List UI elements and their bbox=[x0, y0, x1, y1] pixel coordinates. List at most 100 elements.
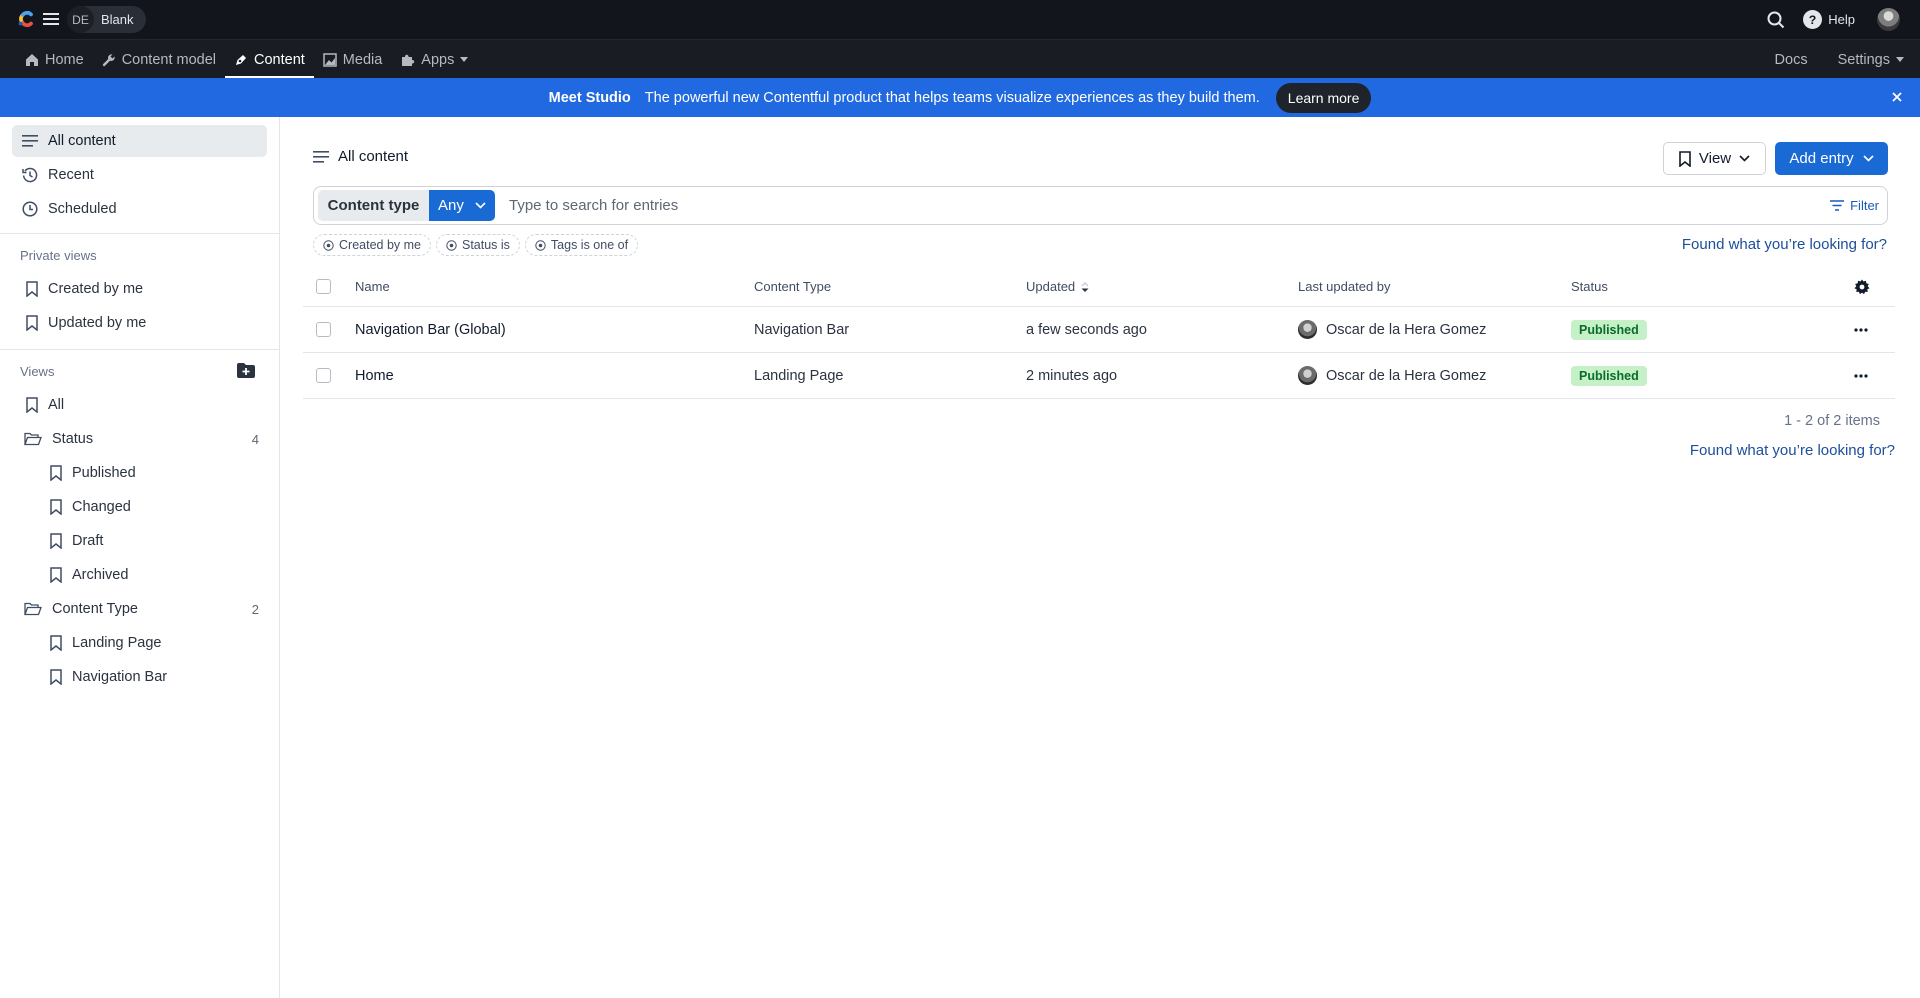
sidebar-item-archived[interactable]: Archived bbox=[12, 559, 267, 591]
found-what-looking-for-link[interactable]: Found what you’re looking for? bbox=[1682, 236, 1887, 253]
private-views-heading: Private views bbox=[20, 248, 97, 263]
row-actions-button[interactable] bbox=[1854, 307, 1868, 352]
table-row[interactable]: Navigation Bar (Global) Navigation Bar a… bbox=[303, 307, 1895, 353]
bookmark-icon bbox=[1679, 150, 1691, 167]
sidebar-item-created-by-me[interactable]: Created by me bbox=[12, 273, 267, 305]
plus-circle-icon bbox=[446, 239, 457, 251]
list-icon bbox=[313, 150, 329, 163]
pill-label: Tags is one of bbox=[550, 238, 629, 252]
sidebar-folder-status[interactable]: Status 4 bbox=[12, 423, 267, 455]
found-what-looking-for-link-bottom[interactable]: Found what you’re looking for? bbox=[1690, 442, 1895, 459]
banner-text: The powerful new Contentful product that… bbox=[644, 89, 1260, 106]
space-switcher[interactable]: DE Blank bbox=[67, 6, 146, 33]
row-checkbox[interactable] bbox=[316, 322, 331, 337]
view-button[interactable]: View bbox=[1663, 142, 1766, 175]
column-updated[interactable]: Updated bbox=[1026, 267, 1089, 306]
sidebar-item-label: Navigation Bar bbox=[72, 669, 168, 685]
filter-pills: Created by me Status is Tags is one of bbox=[313, 234, 639, 256]
nav-content[interactable]: Content bbox=[225, 40, 314, 79]
column-settings[interactable] bbox=[1854, 267, 1870, 306]
sidebar-divider bbox=[0, 233, 279, 234]
nav-docs[interactable]: Docs bbox=[1775, 40, 1808, 79]
sidebar-item-updated-by-me[interactable]: Updated by me bbox=[12, 307, 267, 339]
content-type-value: Any bbox=[438, 197, 464, 214]
search-icon[interactable] bbox=[1767, 11, 1785, 29]
avatar bbox=[1298, 366, 1317, 385]
sidebar-item-recent[interactable]: Recent bbox=[12, 159, 267, 191]
entry-content-type: Navigation Bar bbox=[754, 321, 850, 338]
chevron-down-icon bbox=[1739, 155, 1750, 162]
pill-created-by-me[interactable]: Created by me bbox=[313, 234, 431, 256]
add-entry-button[interactable]: Add entry bbox=[1775, 142, 1888, 175]
entry-name[interactable]: Navigation Bar (Global) bbox=[355, 307, 506, 352]
nav-content-model-label: Content model bbox=[121, 51, 216, 68]
entry-updated: a few seconds ago bbox=[1026, 321, 1147, 338]
bookmark-icon bbox=[50, 533, 62, 549]
nav-content-model[interactable]: Content model bbox=[93, 40, 225, 79]
sidebar-item-all-content[interactable]: All content bbox=[12, 125, 267, 157]
sidebar-folder-label: Status bbox=[52, 431, 94, 447]
nav-media[interactable]: Media bbox=[314, 40, 392, 79]
chevron-down-icon bbox=[475, 202, 486, 209]
filter-button[interactable]: Filter bbox=[1830, 190, 1879, 221]
caret-down-icon bbox=[1896, 57, 1904, 62]
sidebar-item-label: Draft bbox=[72, 533, 104, 549]
select-all-checkbox[interactable] bbox=[316, 279, 331, 294]
sidebar-item-landing-page[interactable]: Landing Page bbox=[12, 627, 267, 659]
bookmark-icon bbox=[26, 315, 38, 331]
column-content-type[interactable]: Content Type bbox=[754, 267, 831, 306]
puzzle-icon bbox=[402, 54, 415, 66]
entry-name[interactable]: Home bbox=[355, 353, 394, 398]
entries-table: Name Content Type Updated Last updated b… bbox=[303, 267, 1895, 399]
nav-settings[interactable]: Settings bbox=[1838, 40, 1904, 79]
entry-updated-by: Oscar de la Hera Gomez bbox=[1298, 307, 1486, 352]
column-status[interactable]: Status bbox=[1571, 267, 1608, 306]
table-header: Name Content Type Updated Last updated b… bbox=[303, 267, 1895, 307]
sidebar-item-all[interactable]: All bbox=[12, 389, 267, 421]
folder-count: 2 bbox=[251, 601, 259, 617]
content-type-select[interactable]: Any bbox=[429, 190, 495, 221]
filter-label: Filter bbox=[1850, 198, 1879, 213]
banner-title: Meet Studio bbox=[548, 89, 631, 106]
sidebar-folder-content-type[interactable]: Content Type 2 bbox=[12, 593, 267, 625]
list-icon bbox=[22, 135, 38, 147]
column-last-updated-by[interactable]: Last updated by bbox=[1298, 267, 1391, 306]
pill-status-is[interactable]: Status is bbox=[435, 234, 520, 256]
nav-home-label: Home bbox=[45, 51, 84, 68]
row-actions-button[interactable] bbox=[1854, 353, 1868, 398]
bookmark-icon bbox=[50, 465, 62, 481]
table-row[interactable]: Home Landing Page 2 minutes ago Oscar de… bbox=[303, 353, 1895, 399]
entry-updated-by-name: Oscar de la Hera Gomez bbox=[1326, 367, 1487, 384]
pill-tags-is-one-of[interactable]: Tags is one of bbox=[524, 234, 639, 256]
plus-circle-icon bbox=[535, 239, 546, 251]
nav-media-label: Media bbox=[342, 51, 383, 68]
close-icon[interactable] bbox=[1890, 90, 1904, 104]
sidebar-item-published[interactable]: Published bbox=[12, 457, 267, 489]
add-folder-icon[interactable] bbox=[237, 363, 255, 378]
bookmark-icon bbox=[50, 499, 62, 515]
sidebar-item-changed[interactable]: Changed bbox=[12, 491, 267, 523]
avatar bbox=[1298, 320, 1317, 339]
row-checkbox[interactable] bbox=[316, 368, 331, 383]
caret-down-icon bbox=[460, 57, 469, 62]
home-icon bbox=[26, 53, 38, 66]
menu-icon[interactable] bbox=[43, 12, 59, 26]
column-name[interactable]: Name bbox=[355, 267, 390, 306]
sidebar: All content Recent Scheduled Private vie… bbox=[0, 117, 280, 998]
sidebar-item-draft[interactable]: Draft bbox=[12, 525, 267, 557]
search-input[interactable] bbox=[509, 190, 1709, 221]
sidebar-item-navigation-bar[interactable]: Navigation Bar bbox=[12, 661, 267, 693]
nav-home[interactable]: Home bbox=[16, 40, 93, 79]
contentful-logo-icon[interactable] bbox=[15, 8, 37, 30]
announcement-banner: Meet Studio The powerful new Contentful … bbox=[0, 78, 1920, 117]
sidebar-item-label: Published bbox=[72, 465, 136, 481]
help-button[interactable]: ? Help bbox=[1803, 10, 1855, 29]
nav-apps[interactable]: Apps bbox=[391, 40, 477, 79]
user-avatar[interactable] bbox=[1877, 8, 1900, 31]
column-updated-label: Updated bbox=[1026, 279, 1076, 294]
filter-icon bbox=[1830, 200, 1845, 211]
learn-more-button[interactable]: Learn more bbox=[1275, 82, 1372, 113]
sidebar-item-scheduled[interactable]: Scheduled bbox=[12, 193, 267, 225]
bookmark-icon bbox=[26, 397, 38, 413]
folder-count: 4 bbox=[251, 431, 259, 447]
